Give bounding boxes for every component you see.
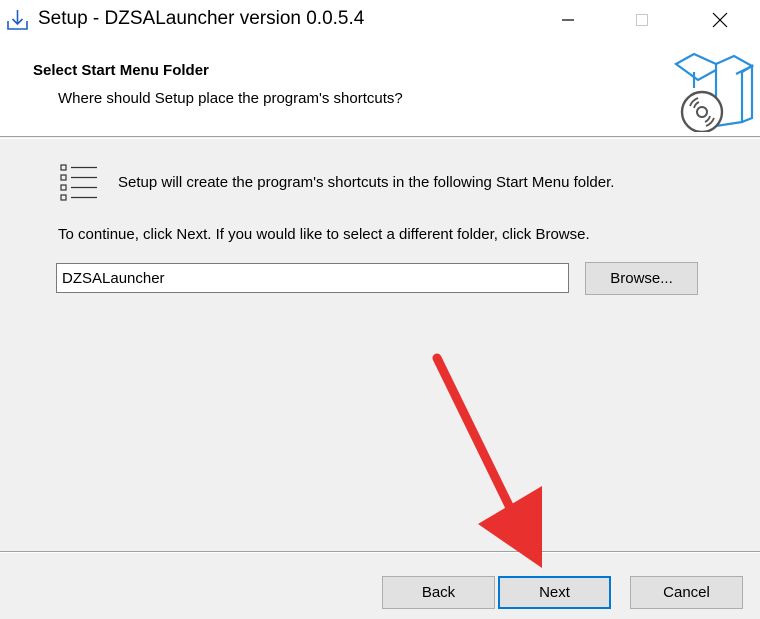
minimize-icon [562,19,574,21]
browse-button[interactable]: Browse... [585,262,698,295]
start-menu-list-icon [58,162,100,204]
title-bar: Setup - DZSALauncher version 0.0.5.4 [0,0,760,40]
wizard-header: Select Start Menu Folder Where should Se… [0,40,760,137]
footer-divider-highlight [0,552,760,553]
window-title: Setup - DZSALauncher version 0.0.5.4 [38,8,365,29]
page-subheading: Where should Setup place the program's s… [58,90,403,107]
back-button[interactable]: Back [382,576,495,609]
start-menu-folder-input[interactable] [56,263,569,293]
setup-box-icon [668,50,755,134]
minimize-button[interactable] [540,0,596,40]
intro-text: Setup will create the program's shortcut… [118,174,615,191]
page-heading: Select Start Menu Folder [33,62,209,79]
header-divider [0,138,760,139]
close-button[interactable] [692,0,748,40]
installer-icon [6,8,30,32]
cancel-button[interactable]: Cancel [630,576,743,609]
close-icon [712,12,728,28]
maximize-button [614,0,670,40]
next-button[interactable]: Next [498,576,611,609]
maximize-icon [636,14,648,26]
instruction-text: To continue, click Next. If you would li… [58,226,590,243]
